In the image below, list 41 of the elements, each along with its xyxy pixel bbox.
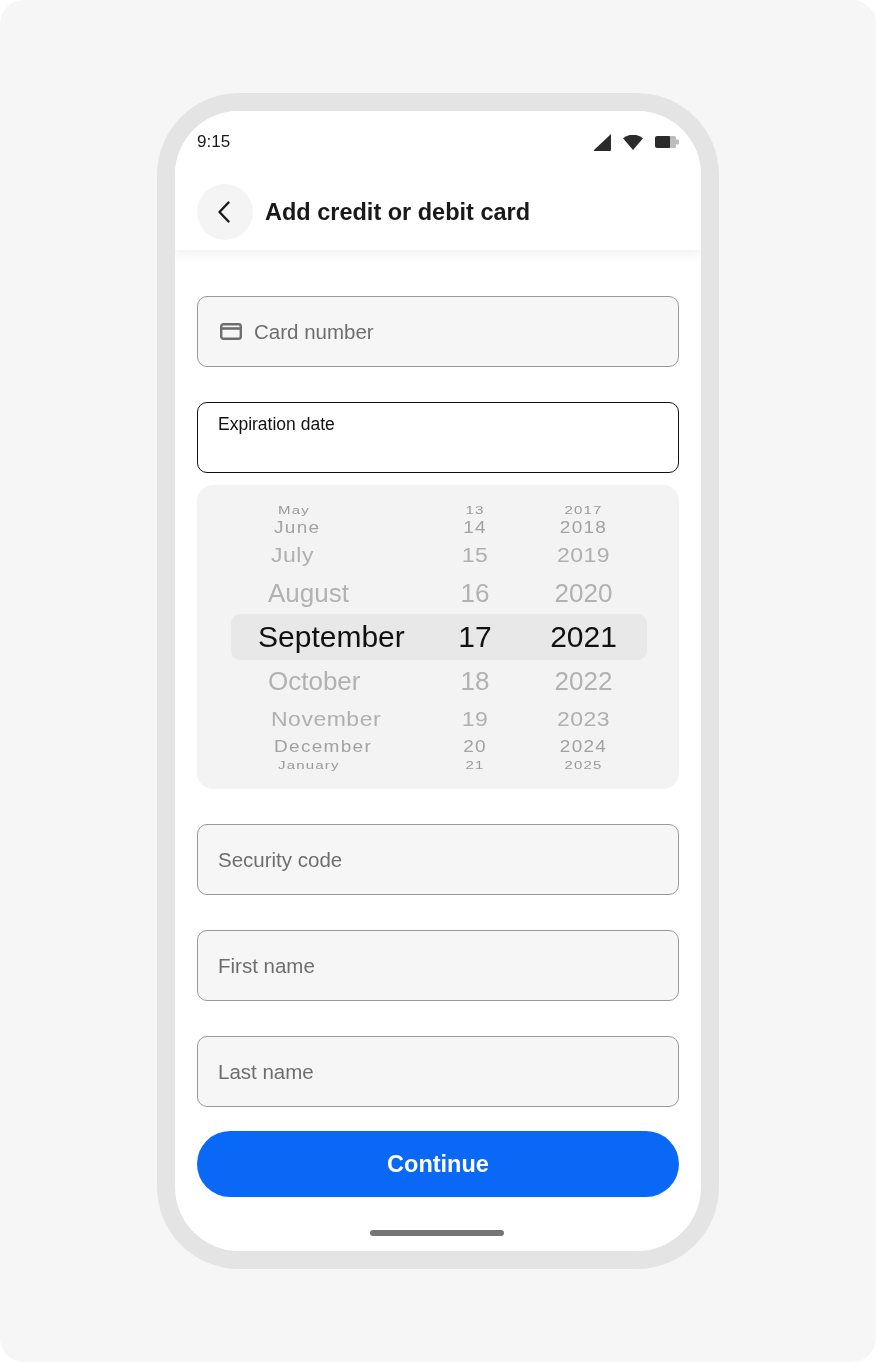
day-option[interactable]: 20 <box>463 738 487 755</box>
year-option[interactable]: 2021 <box>550 622 617 652</box>
status-time: 9:15 <box>197 131 231 152</box>
month-option[interactable]: August <box>268 580 349 606</box>
input-field[interactable]: First name <box>197 930 679 1001</box>
wifi-icon <box>623 135 643 150</box>
back-icon <box>218 201 230 223</box>
month-option[interactable]: May <box>278 503 310 516</box>
page-title: Add credit or debit card <box>265 198 531 226</box>
signal-icon <box>593 133 611 151</box>
date-picker[interactable]: May 13 2017 June 14 2018 July 15 2019 August 16 2020 September 17 2021 October 18 2022 November 19 2023 December 20 2024 January 21 2025 <box>197 485 679 789</box>
day-option[interactable]: 15 <box>461 544 489 566</box>
year-option[interactable]: 2018 <box>559 519 608 536</box>
day-option[interactable]: 19 <box>461 708 489 730</box>
year-option[interactable]: 2017 <box>564 503 603 516</box>
input-field[interactable]: Card number <box>197 296 679 367</box>
day-option[interactable]: 17 <box>458 622 492 652</box>
month-option[interactable]: December <box>274 738 373 755</box>
date-field[interactable]: Expiration date <box>197 402 679 473</box>
year-option[interactable]: 2022 <box>554 668 613 694</box>
battery-icon <box>655 136 679 148</box>
month-option[interactable]: June <box>274 519 321 536</box>
credit-card-icon <box>220 323 242 340</box>
month-option[interactable]: January <box>278 758 340 771</box>
month-option[interactable]: September <box>258 622 405 652</box>
year-option[interactable]: 2025 <box>564 758 603 771</box>
day-option[interactable]: 13 <box>465 503 485 516</box>
day-option[interactable]: 21 <box>465 758 485 771</box>
continue-button[interactable]: Continue <box>197 1131 679 1197</box>
month-option[interactable]: November <box>271 708 382 730</box>
input-field[interactable]: Security code <box>197 824 679 895</box>
year-option[interactable]: 2020 <box>554 580 613 606</box>
input-field[interactable]: Last name <box>197 1036 679 1107</box>
day-option[interactable]: 18 <box>460 668 490 694</box>
month-option[interactable]: October <box>268 668 361 694</box>
month-option[interactable]: July <box>271 544 314 566</box>
day-option[interactable]: 16 <box>460 580 490 606</box>
day-option[interactable]: 14 <box>463 519 487 536</box>
year-option[interactable]: 2024 <box>559 738 608 755</box>
year-option[interactable]: 2019 <box>556 544 611 566</box>
year-option[interactable]: 2023 <box>556 708 611 730</box>
